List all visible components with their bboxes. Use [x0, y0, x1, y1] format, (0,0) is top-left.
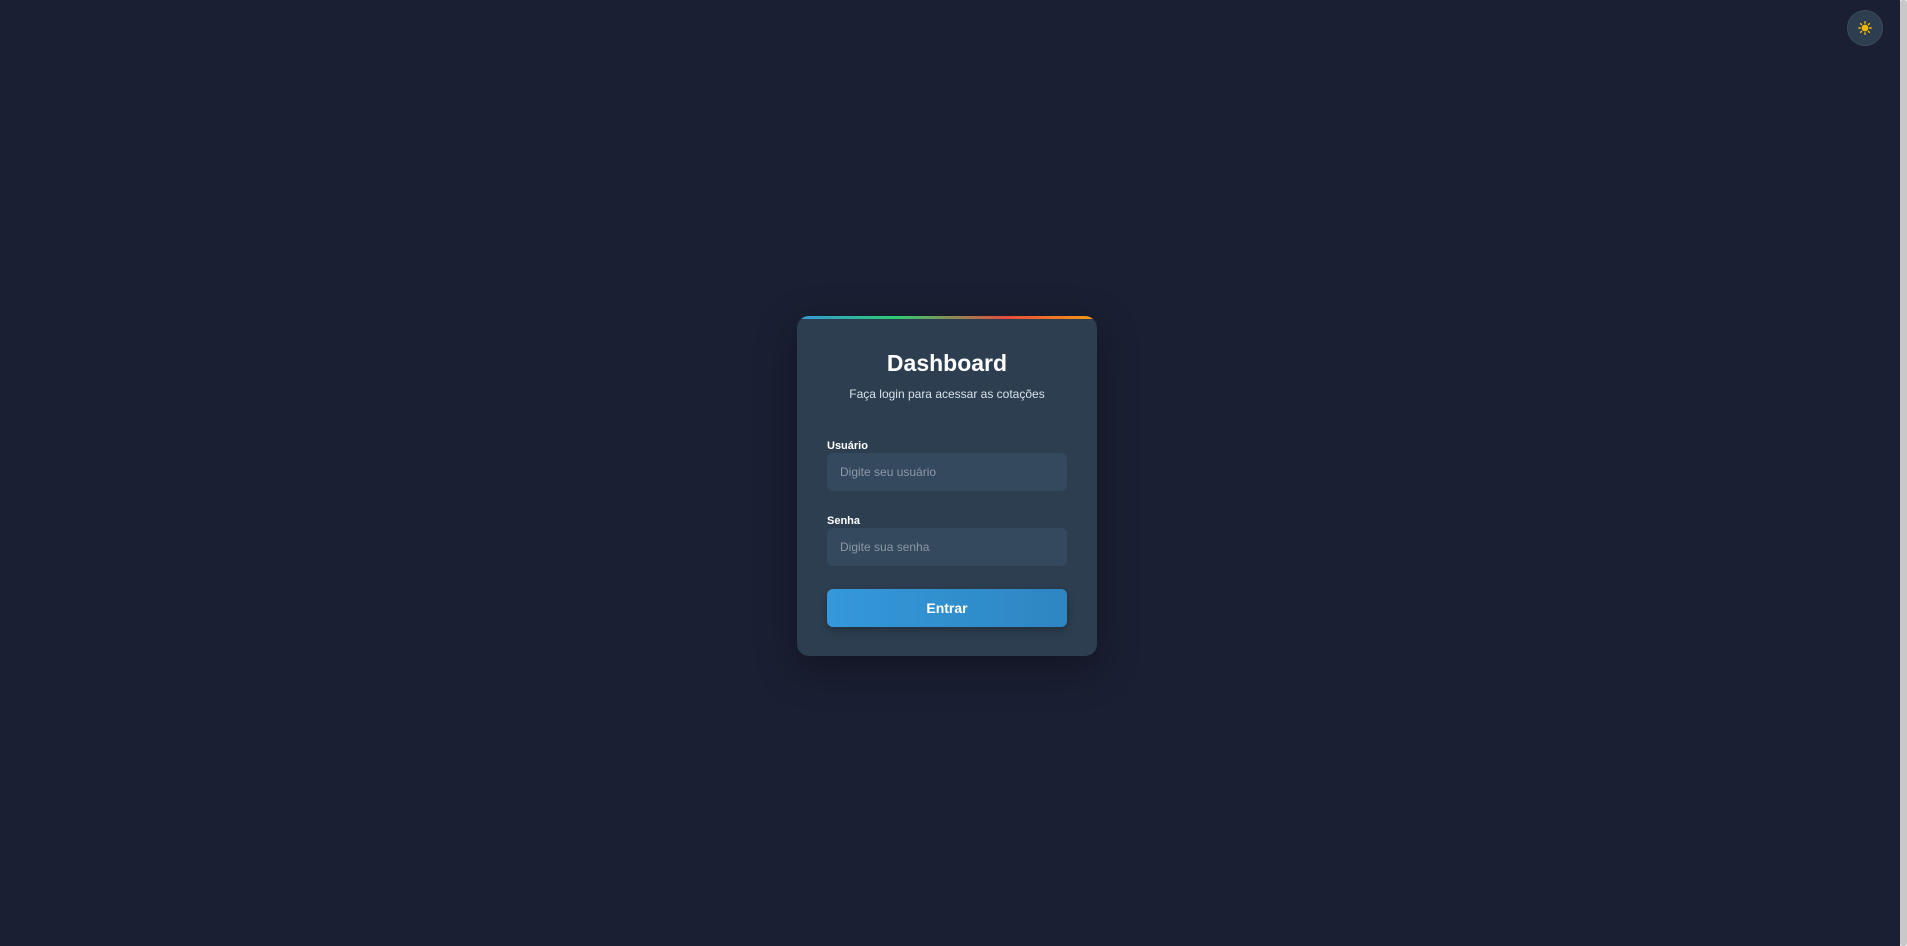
password-input[interactable]	[827, 528, 1067, 566]
theme-toggle-button[interactable]	[1847, 10, 1883, 46]
sun-icon	[1858, 21, 1872, 35]
username-label: Usuário	[827, 440, 868, 452]
login-subtitle: Faça login para acessar as cotações	[849, 387, 1045, 401]
username-input[interactable]	[827, 453, 1067, 491]
login-button[interactable]: Entrar	[827, 589, 1067, 627]
scrollbar-thumb[interactable]	[1900, 0, 1907, 946]
card-accent-bar	[797, 316, 1097, 319]
scrollbar[interactable]	[1900, 0, 1907, 946]
login-card: Dashboard Faça login para acessar as cot…	[797, 316, 1097, 656]
password-label: Senha	[827, 515, 861, 527]
login-title: Dashboard	[886, 350, 1008, 376]
